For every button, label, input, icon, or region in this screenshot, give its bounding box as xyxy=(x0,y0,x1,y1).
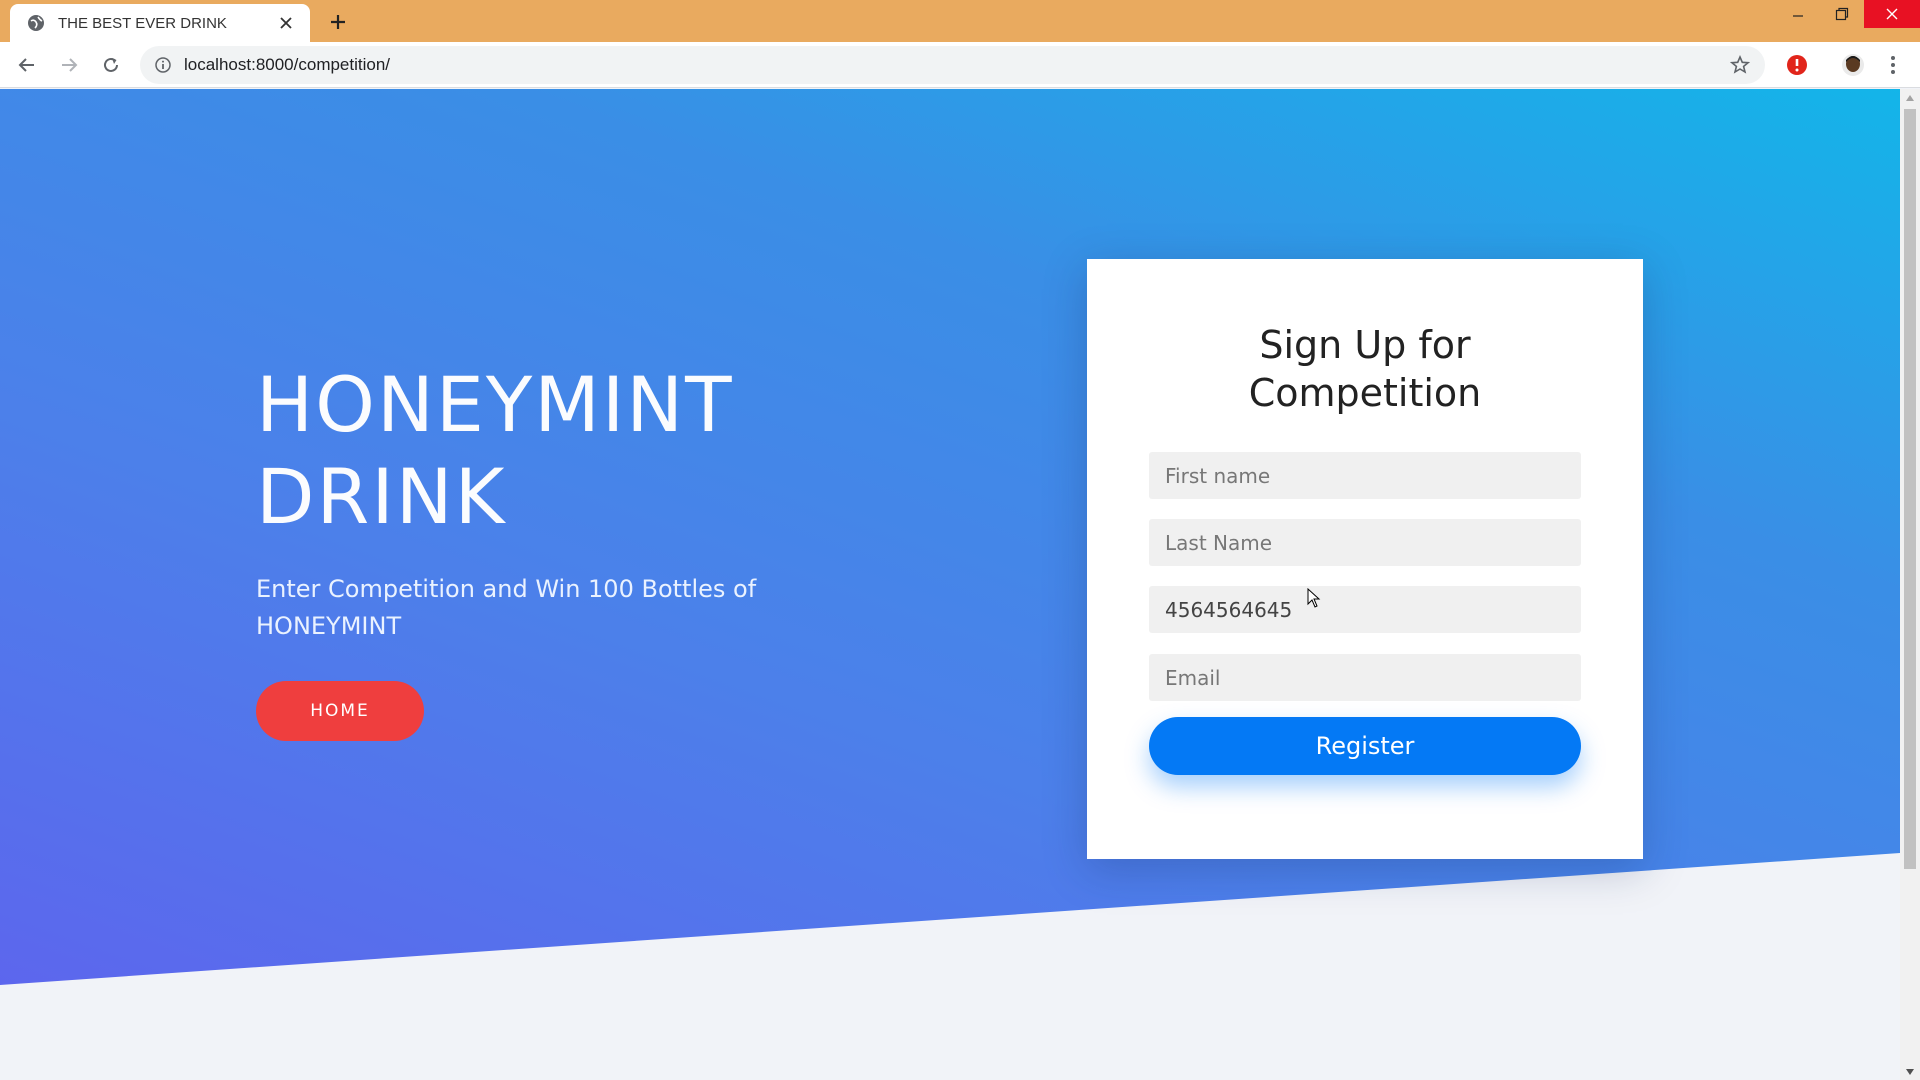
new-tab-button[interactable] xyxy=(324,9,352,35)
form-title-line1: Sign Up for xyxy=(1259,323,1471,367)
restore-icon xyxy=(1835,7,1849,21)
hero-title-line1: HONEYMINT xyxy=(256,360,734,449)
minimize-button[interactable] xyxy=(1776,0,1820,28)
form-title: Sign Up for Competition xyxy=(1087,321,1643,417)
globe-icon xyxy=(26,13,46,33)
close-window-button[interactable] xyxy=(1864,0,1920,28)
hero-title: HONEYMINT DRINK xyxy=(256,359,856,543)
mouse-cursor-icon xyxy=(1307,588,1321,608)
phone-field[interactable] xyxy=(1149,586,1581,633)
email-field[interactable] xyxy=(1149,654,1581,701)
scroll-up-arrow-icon[interactable] xyxy=(1900,89,1920,106)
hero-title-line2: DRINK xyxy=(256,452,507,541)
register-button[interactable]: Register xyxy=(1149,717,1581,775)
tab-title: THE BEST EVER DRINK xyxy=(58,14,227,32)
first-name-field[interactable] xyxy=(1149,452,1581,499)
home-button[interactable]: HOME xyxy=(256,681,424,741)
address-bar[interactable]: localhost:8000/competition/ xyxy=(140,46,1765,84)
window-controls xyxy=(1776,0,1920,28)
browser-titlebar: THE BEST EVER DRINK xyxy=(0,0,1920,42)
reload-button[interactable] xyxy=(93,47,129,83)
plus-icon xyxy=(331,15,345,29)
page-viewport: HONEYMINT DRINK Enter Competition and Wi… xyxy=(0,89,1900,1080)
back-button[interactable] xyxy=(9,47,45,83)
reload-icon xyxy=(104,57,118,72)
browser-tab[interactable]: THE BEST EVER DRINK xyxy=(10,4,310,42)
minimize-icon xyxy=(1793,15,1803,17)
arrow-right-icon xyxy=(62,57,78,72)
forward-button[interactable] xyxy=(51,47,87,83)
scroll-thumb[interactable] xyxy=(1904,109,1916,869)
info-icon[interactable] xyxy=(154,56,172,74)
signup-card: Sign Up for Competition Register xyxy=(1087,259,1643,859)
last-name-field[interactable] xyxy=(1149,519,1581,566)
browser-toolbar: localhost:8000/competition/ xyxy=(0,42,1920,88)
profile-avatar[interactable] xyxy=(1838,50,1868,80)
bookmark-star-icon[interactable] xyxy=(1725,50,1755,80)
hero-subtitle: Enter Competition and Win 100 Bottles of… xyxy=(256,575,757,640)
more-menu-icon[interactable] xyxy=(1878,50,1908,80)
extension-shield-icon[interactable] xyxy=(1782,50,1812,80)
close-icon xyxy=(1886,8,1898,20)
url-text[interactable]: localhost:8000/competition/ xyxy=(184,55,1725,75)
form-title-line2: Competition xyxy=(1248,371,1482,415)
scroll-down-arrow-icon[interactable] xyxy=(1900,1063,1920,1080)
arrow-left-icon xyxy=(18,57,34,72)
maximize-button[interactable] xyxy=(1820,0,1864,28)
page-scrollbar[interactable] xyxy=(1900,89,1920,1080)
close-tab-icon[interactable] xyxy=(276,13,296,33)
hero-section: HONEYMINT DRINK Enter Competition and Wi… xyxy=(256,359,856,741)
